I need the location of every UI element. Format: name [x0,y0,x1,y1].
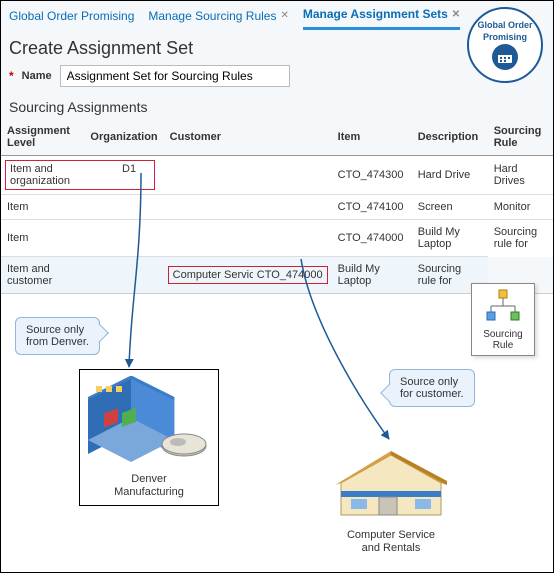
close-icon[interactable]: ✕ [280,10,288,21]
app-badge: Global Order Promising [467,7,543,83]
callout-line1: Source only [26,324,84,336]
table-row[interactable]: Item CTO_474100 Screen Monitor [1,195,553,220]
cell-organization [84,220,163,257]
denver-manufacturing-box: Denver Manufacturing [79,369,219,506]
tab-label: Global Order Promising [9,9,134,23]
col-description: Description [412,119,488,156]
cell-description: Build My Laptop [412,220,488,257]
cell-item: CTO_474100 [332,195,412,220]
section-title: Sourcing Assignments [1,97,553,119]
table-header-row: Assignment Level Organization Customer I… [1,119,553,156]
cell-assignment-level: Item and customer [1,257,84,294]
table-row[interactable]: Item CTO_474000 Build My Laptop Sourcing… [1,220,553,257]
close-icon[interactable]: ✕ [452,9,460,20]
callout-line2: from Denver. [26,336,89,348]
denver-label-l2: Manufacturing [114,486,184,498]
customer-service-label: Computer Service and Rentals [337,529,445,555]
denver-label-l1: Denver [131,473,166,485]
highlight-customer-item: Computer Servic CTO_474000 [168,266,328,284]
store-building-icon [331,433,451,523]
cell-assignment-level: Item [1,220,84,257]
cell-customer [164,220,332,257]
app-window: Global Order Promising Manage Sourcing R… [1,1,553,294]
customer-label-l2: and Rentals [362,542,421,554]
callout-line1: Source only [400,376,458,388]
callout-line2: for customer. [400,388,464,400]
table-row[interactable]: Item and organization D1 CTO_474300 Hard… [1,156,553,195]
cell-assignment-level: Item [1,195,84,220]
col-assignment-level: Assignment Level [1,119,84,156]
cell-sourcing-rule: Sourcing rule for [488,220,553,257]
name-field-row: * Name [1,61,553,97]
cell-item: CTO_474300 [332,156,412,195]
sourcing-rule-box: Sourcing Rule [471,283,535,356]
cell-item: CTO_474000 [253,267,327,283]
cell-description: Hard Drive [412,156,488,195]
required-mark: * [9,69,14,83]
callout-source-denver: Source only from Denver. [15,317,100,355]
tab-bar: Global Order Promising Manage Sourcing R… [1,1,553,30]
cell-sourcing-rule: Hard Drives [488,156,553,195]
cell-description: Build My Laptop [332,257,412,294]
tab-label: Manage Assignment Sets [303,7,448,21]
cell-organization [84,257,163,294]
cell-customer [164,195,332,220]
name-input[interactable] [60,65,290,87]
col-sourcing-rule: Sourcing Rule [488,119,553,156]
col-organization: Organization [84,119,163,156]
col-customer: Customer [164,119,332,156]
factory-room-icon [86,376,212,466]
tab-global-order-promising[interactable]: Global Order Promising [9,9,134,29]
cell-description: Screen [412,195,488,220]
callout-source-customer: Source only for customer. [389,369,475,407]
badge-line2: Promising [483,32,527,42]
hierarchy-icon [483,288,523,324]
cell-customer: Computer Servic [169,267,253,283]
tab-manage-assignment-sets[interactable]: Manage Assignment Sets ✕ [303,7,460,30]
sr-label-l1: Sourcing [483,329,522,340]
assignments-table: Assignment Level Organization Customer I… [1,119,553,293]
customer-label-l1: Computer Service [347,529,435,541]
tab-manage-sourcing-rules[interactable]: Manage Sourcing Rules ✕ [148,9,288,29]
calendar-icon [492,44,518,70]
cell-organization [84,195,163,220]
badge-line1: Global Order [477,20,532,30]
col-item: Item [332,119,412,156]
cell-organization: D1 [118,161,140,189]
diagram-frame: Global Order Promising Manage Sourcing R… [0,0,554,573]
cell-customer [164,156,332,195]
tab-label: Manage Sourcing Rules [148,9,276,23]
cell-item: CTO_474000 [332,220,412,257]
customer-service-box [331,433,451,526]
cell-assignment-level: Item and organization [6,161,118,189]
highlight-item-org-d1: Item and organization D1 [5,160,155,190]
cell-sourcing-rule: Monitor [488,195,553,220]
sr-label-l2: Rule [493,340,514,351]
name-label: Name [22,70,52,82]
